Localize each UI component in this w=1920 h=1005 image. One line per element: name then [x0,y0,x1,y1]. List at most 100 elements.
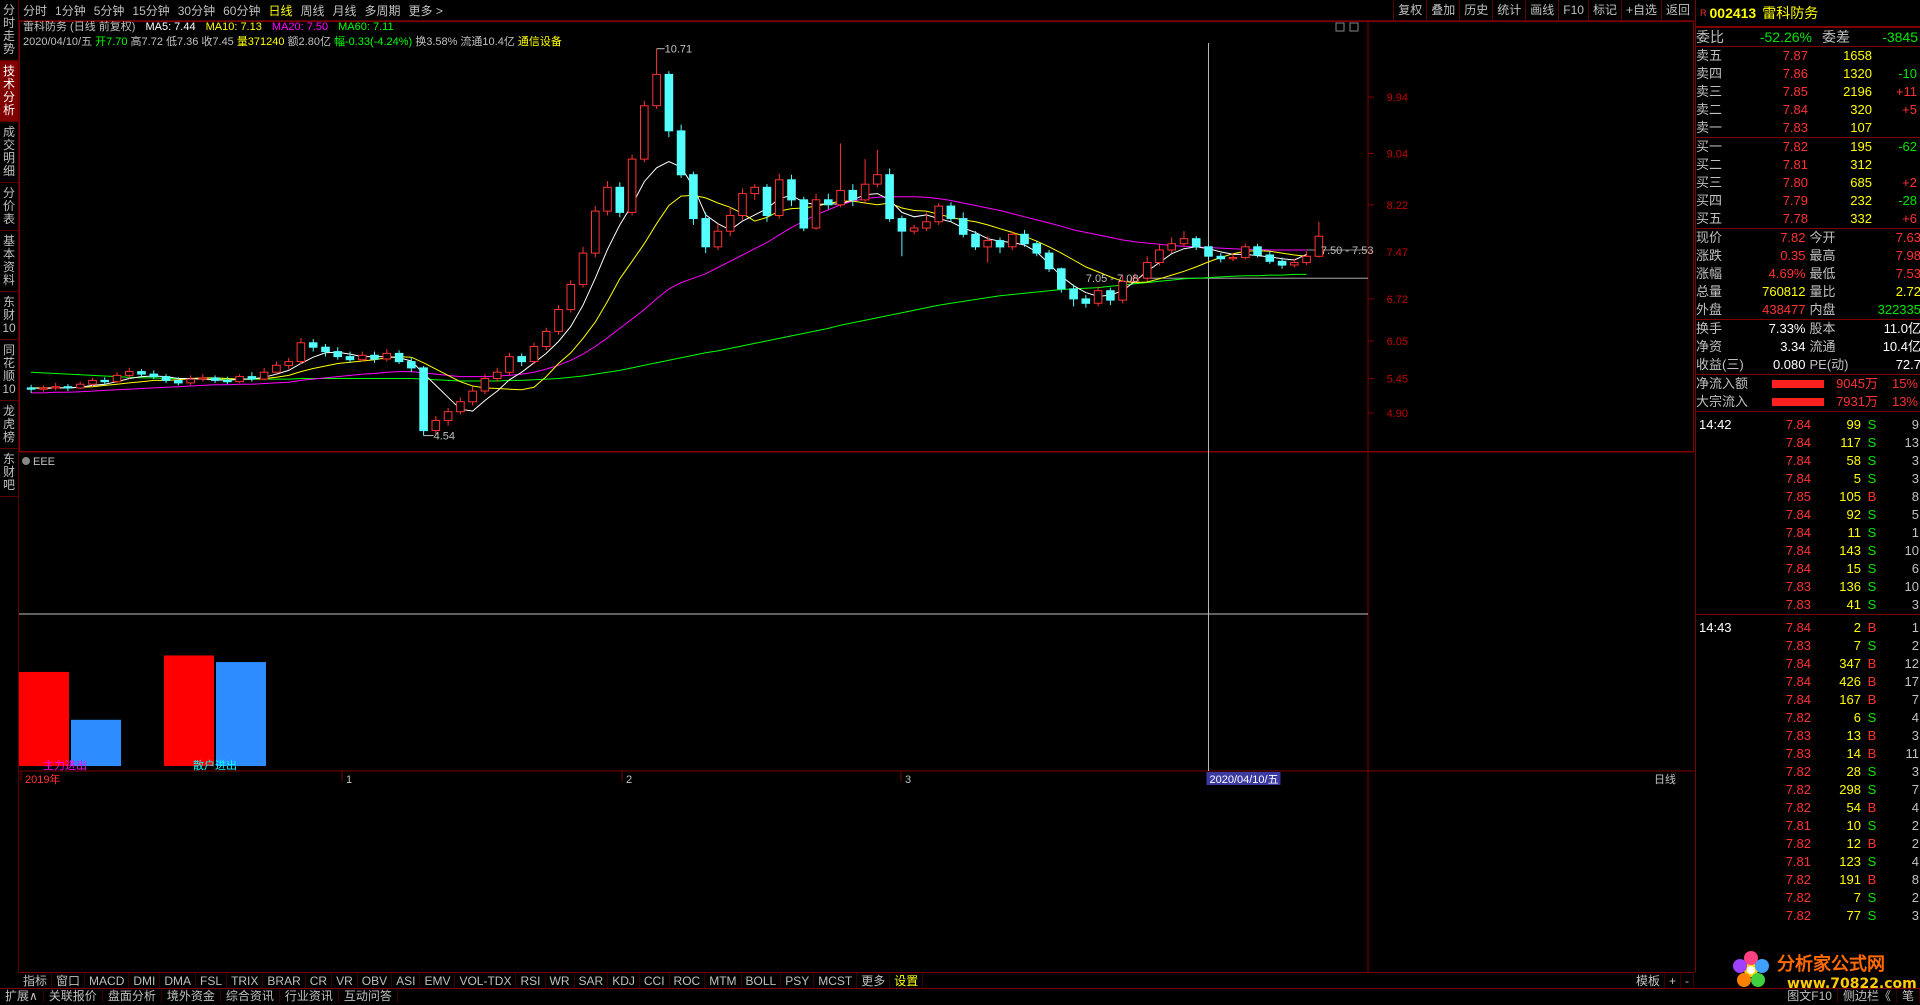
candle-body [824,199,833,206]
left-tab-7[interactable]: 龙虎榜 [0,401,18,449]
indicator-right-2[interactable]: - [1681,973,1694,989]
indicator-tab-8[interactable]: CR [306,973,333,989]
maximize-icon[interactable] [1349,22,1359,32]
left-tab-0[interactable]: 分时走势 [0,0,18,61]
stats-row: 现价 7.82 今开 7.63 [1696,230,1920,245]
kline-chart[interactable]: 9.94 9.04 8.22 7.47 6.72 6.05 5.45 4.90 EEE 主力进出… [19,21,1694,972]
left-tab-3[interactable]: 分价表 [0,183,18,231]
tool-button-2[interactable]: 历史 [1459,0,1492,20]
left-tab-6[interactable]: 同花顺10 [0,340,18,401]
indicator-tab-4[interactable]: DMA [160,973,197,989]
indicator-tab-15[interactable]: WR [546,973,575,989]
candle-body [750,186,760,195]
indicator-tab-23[interactable]: MCST [814,973,858,989]
restore-icon[interactable] [1335,22,1345,32]
candle-body [529,346,539,362]
ma20-line [31,196,1307,394]
status-item-3[interactable]: 境外资金 [162,989,221,1003]
indicator-tab-5[interactable]: FSL [196,973,228,989]
status-item-2[interactable]: 盘面分析 [103,989,162,1003]
candle-body [603,186,612,212]
indicator-tab-9[interactable]: VR [332,973,358,989]
candle-body [811,199,821,229]
status-item-6[interactable]: 互动问答 [339,989,398,1003]
candle [223,376,232,385]
indicator-tab-6[interactable]: TRIX [227,973,264,989]
candle [296,337,306,365]
left-tab-5[interactable]: 东财10 [0,292,18,340]
tool-button-6[interactable]: 标记 [1587,0,1621,20]
status-item-5[interactable]: 行业资讯 [280,989,339,1003]
indicator-tab-16[interactable]: SAR [575,973,609,989]
tool-button-8[interactable]: 返回 [1660,0,1694,20]
candle-body [198,377,208,380]
indicator-tab-18[interactable]: CCI [640,973,670,989]
tick-row: 7.82 191 B 8 [1785,872,1919,887]
indicator-tab-10[interactable]: OBV [358,973,393,989]
candle [370,351,379,363]
indicator-right-1[interactable]: + [1665,973,1681,989]
left-tab-1[interactable]: 技术分析 [0,61,18,122]
indicator-tab-22[interactable]: PSY [781,973,815,989]
period-tab-8[interactable]: 月线 [329,2,361,19]
sub-indicator: EEE主力进出散户进出2019年12342020/04/10/五日线 [19,456,1676,786]
candle [1142,256,1152,282]
indicator-tab-0[interactable]: 指标 [19,973,53,989]
period-tab-10[interactable]: 更多 > [405,2,447,19]
logo-text: 分析家公式网 [1777,953,1885,975]
left-tab-4[interactable]: 基本资料 [0,231,18,292]
period-tab-6[interactable]: 日线 [264,2,296,19]
sub-bar-3 [216,662,266,766]
tool-button-0[interactable]: 复权 [1393,0,1426,20]
indicator-tab-24[interactable]: 更多 [857,973,891,989]
candle-body [713,230,723,248]
collapse-icon[interactable] [22,457,30,465]
period-tab-9[interactable]: 多周期 [361,2,405,19]
indicator-tab-25[interactable]: 设置 [890,973,924,989]
candle-body [51,386,61,389]
stats-row: 涨幅 4.69% 最低 7.53 [1696,266,1920,281]
tool-button-3[interactable]: 统计 [1492,0,1525,20]
indicator-tab-2[interactable]: MACD [85,973,130,989]
period-tab-7[interactable]: 周线 [296,2,328,19]
period-tab-2[interactable]: 5分钟 [90,2,129,19]
indicator-tab-12[interactable]: EMV [420,973,456,989]
status-item-0[interactable]: 扩展∧ [0,989,44,1003]
tick-row: 7.84 15 S 6 [1785,561,1919,576]
candle [640,100,649,163]
stats-row: 涨跌 0.35 最高 7.98 [1696,248,1920,263]
weicha-value: -3845 [1882,29,1918,45]
indicator-tab-1[interactable]: 窗口 [52,973,86,989]
period-tab-0[interactable]: 分时 [19,2,51,19]
sub-bar-2 [164,655,214,766]
candle-body [492,371,502,380]
status-item-4[interactable]: 综合资讯 [221,989,280,1003]
indicator-tab-14[interactable]: RSI [516,973,546,989]
indicator-tab-17[interactable]: KDJ [608,973,640,989]
period-tab-1[interactable]: 1分钟 [51,2,90,19]
stats2-row: 收益(三) 0.080 PE(动) 72.7 [1696,357,1920,372]
tool-button-4[interactable]: 画线 [1525,0,1558,20]
indicator-tab-20[interactable]: MTM [705,973,742,989]
period-tab-5[interactable]: 60分钟 [219,2,264,19]
indicator-tab-19[interactable]: ROC [670,973,706,989]
indicator-tab-3[interactable]: DMI [129,973,161,989]
indicator-tab-11[interactable]: ASI [392,973,421,989]
tool-button-7[interactable]: +自选 [1620,0,1661,20]
tool-button-1[interactable]: 叠加 [1426,0,1459,20]
indicator-tab-7[interactable]: BRAR [263,973,306,989]
left-tab-2[interactable]: 成交明细 [0,122,18,183]
indicator-tab-21[interactable]: BOLL [742,973,782,989]
left-tab-8[interactable]: 东财吧 [0,449,18,497]
candle [1179,231,1189,247]
candle-body [934,205,944,223]
period-toolbar: 分时 1分钟 5分钟 15分钟 30分钟 60分钟 日线 周线 月线 多周期 更多 > 复权 叠加 历史… [19,0,1694,21]
status-item-1[interactable]: 关联报价 [44,989,103,1003]
period-tab-4[interactable]: 30分钟 [174,2,219,19]
indicator-right-0[interactable]: 模板 [1632,973,1665,989]
indicator-tab-13[interactable]: VOL-TDX [455,973,517,989]
tool-button-5[interactable]: F10 [1558,0,1588,20]
period-tab-3[interactable]: 15分钟 [128,2,173,19]
tick-row: 7.82 28 S 3 [1785,764,1919,779]
price-label: 4.90 [1387,408,1408,420]
